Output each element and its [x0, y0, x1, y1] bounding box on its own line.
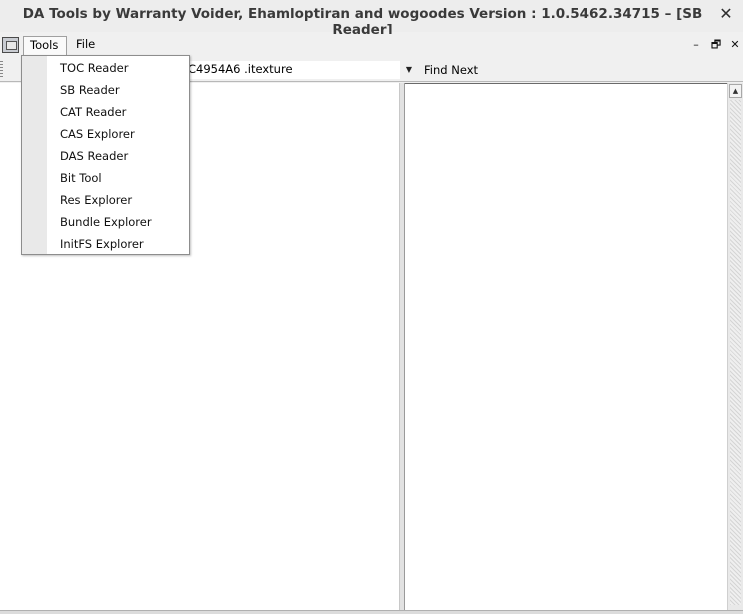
toolbar-grip[interactable]	[0, 61, 3, 78]
menu-item-bundle-explorer[interactable]: Bundle Explorer	[48, 211, 188, 233]
content-view-panel[interactable]	[405, 83, 727, 610]
menu-item-cas-explorer[interactable]: CAS Explorer	[48, 123, 188, 145]
vertical-scrollbar[interactable]: ▲	[727, 83, 743, 610]
path-combobox-input[interactable]: C4954A6 .itexture	[188, 61, 400, 79]
menu-item-bit-tool[interactable]: Bit Tool	[48, 167, 188, 189]
window-titlebar: DA Tools by Warranty Voider, Ehamloptira…	[0, 0, 743, 38]
scroll-track[interactable]	[730, 100, 741, 605]
tools-dropdown-menu: TOC Reader SB Reader CAT Reader CAS Expl…	[21, 55, 190, 255]
menu-item-res-explorer[interactable]: Res Explorer	[48, 189, 188, 211]
menu-bar: Tools File – 🗗 ✕	[0, 34, 743, 56]
path-dropdown-button[interactable]: ▼	[401, 60, 417, 80]
scroll-up-button[interactable]: ▲	[729, 84, 742, 98]
menu-item-cat-reader[interactable]: CAT Reader	[48, 101, 188, 123]
menu-item-toc-reader[interactable]: TOC Reader	[48, 57, 188, 79]
mdi-restore-button[interactable]: 🗗	[708, 36, 724, 54]
mdi-minimize-button[interactable]: –	[688, 36, 704, 54]
menu-item-initfs-explorer[interactable]: InitFS Explorer	[48, 233, 188, 255]
app-window-icon[interactable]	[2, 37, 19, 53]
mdi-close-button[interactable]: ✕	[727, 36, 743, 54]
window-bottom-edge	[0, 610, 743, 614]
find-next-button[interactable]: Find Next	[419, 61, 479, 79]
menu-tools[interactable]: Tools	[23, 36, 67, 55]
window-close-button[interactable]: ✕	[717, 4, 735, 24]
menu-file[interactable]: File	[70, 36, 101, 55]
menu-item-das-reader[interactable]: DAS Reader	[48, 145, 188, 167]
menu-item-sb-reader[interactable]: SB Reader	[48, 79, 188, 101]
menu-icon-margin	[22, 56, 47, 254]
